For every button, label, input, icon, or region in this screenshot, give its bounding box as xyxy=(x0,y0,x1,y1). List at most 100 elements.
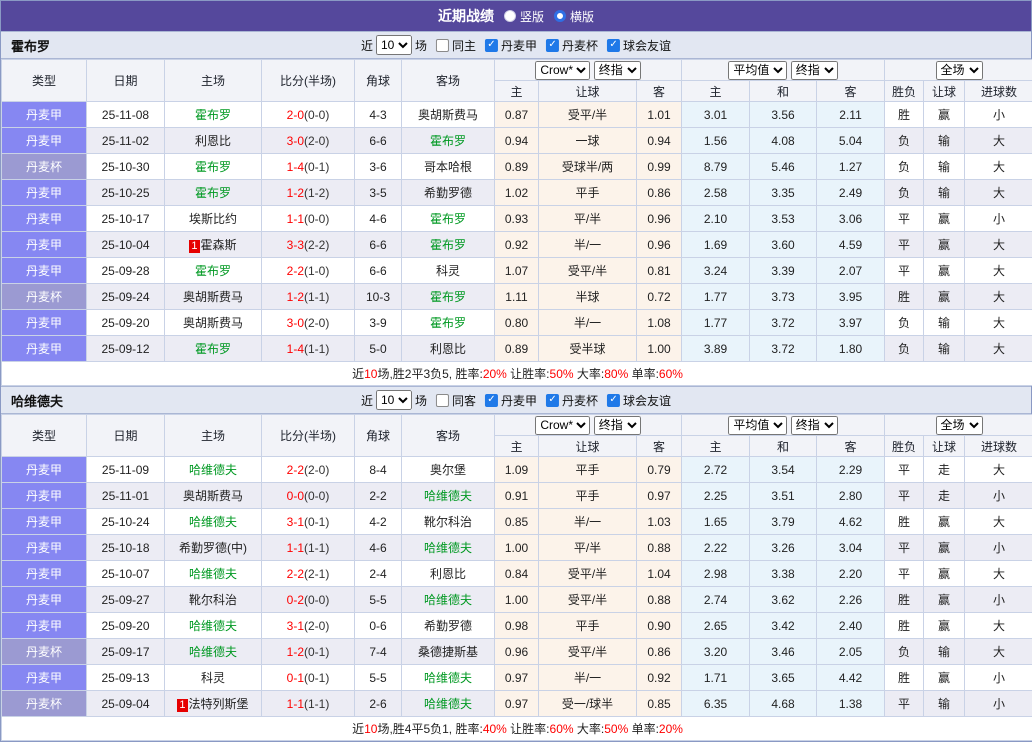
radio-horizontal-label[interactable]: 横版 xyxy=(570,8,594,25)
result-cell: 大 xyxy=(965,613,1032,639)
results-rows: 丹麦甲25-11-08霍布罗2-0(0-0)4-3奥胡斯费马0.87受平/半1.… xyxy=(2,102,1032,362)
filter-label[interactable]: 球会友谊 xyxy=(623,37,671,54)
score-cell: 0-1(0-1) xyxy=(262,665,355,691)
final-index-select-2[interactable]: 终指 xyxy=(791,61,838,80)
full-match-select[interactable]: 全场 xyxy=(936,416,983,435)
result-cell: 平 xyxy=(885,483,924,509)
filter-checkbox[interactable]: ✓ xyxy=(485,39,498,52)
date-cell: 25-09-12 xyxy=(87,336,165,362)
home-team-name: 哈维德夫 xyxy=(189,515,237,529)
full-match-select[interactable]: 全场 xyxy=(936,61,983,80)
corner-cell: 10-3 xyxy=(355,284,402,310)
league-cell: 丹麦甲 xyxy=(2,457,87,483)
radio-vertical[interactable]: 竖版 xyxy=(504,8,544,25)
result-cell: 赢 xyxy=(924,284,965,310)
average-odds-cell: 3.39 xyxy=(750,258,817,284)
league-cell: 丹麦甲 xyxy=(2,206,87,232)
date-cell: 25-11-09 xyxy=(87,457,165,483)
odds-cell: 1.03 xyxy=(637,509,682,535)
home-team-name: 哈维德夫 xyxy=(189,567,237,581)
col-home: 主场 xyxy=(165,60,262,102)
home-team-name: 霍森斯 xyxy=(201,238,237,252)
filter-checkbox[interactable] xyxy=(436,394,449,407)
away-team-name: 希勤罗德 xyxy=(424,186,472,200)
result-cell: 赢 xyxy=(924,587,965,613)
radio-horizontal-icon[interactable] xyxy=(554,10,566,22)
halftime-score: (2-0) xyxy=(304,463,329,477)
corner-cell: 0-6 xyxy=(355,613,402,639)
result-cell: 赢 xyxy=(924,509,965,535)
odds-cell: 受一/球半 xyxy=(539,691,637,717)
date-cell: 25-10-25 xyxy=(87,180,165,206)
corner-cell: 6-6 xyxy=(355,128,402,154)
result-cell: 大 xyxy=(965,509,1032,535)
fulltime-score: 3-3 xyxy=(287,238,304,252)
result-cell: 平 xyxy=(885,457,924,483)
filter-label[interactable]: 丹麦甲 xyxy=(501,392,537,409)
filter-label[interactable]: 丹麦杯 xyxy=(562,392,598,409)
filter-label[interactable]: 球会友谊 xyxy=(623,392,671,409)
home-team-cell: 哈维德夫 xyxy=(165,509,262,535)
filter-checkbox[interactable]: ✓ xyxy=(546,394,559,407)
odds-cell: 0.99 xyxy=(637,154,682,180)
odds-cell: 0.96 xyxy=(637,232,682,258)
filter-checkbox[interactable] xyxy=(436,39,449,52)
home-team-cell: 霍布罗 xyxy=(165,154,262,180)
average-odds-cell: 8.79 xyxy=(682,154,750,180)
filter-checkbox[interactable]: ✓ xyxy=(546,39,559,52)
result-cell: 赢 xyxy=(924,258,965,284)
filter-label[interactable]: 丹麦杯 xyxy=(562,37,598,54)
crow-select[interactable]: Crow* xyxy=(535,61,590,80)
radio-vertical-label[interactable]: 竖版 xyxy=(520,8,544,25)
league-cell: 丹麦甲 xyxy=(2,535,87,561)
average-odds-cell: 3.60 xyxy=(750,232,817,258)
away-team-name: 哥本哈根 xyxy=(424,160,472,174)
filter-label[interactable]: 同客 xyxy=(452,392,476,409)
crow-select[interactable]: Crow* xyxy=(535,416,590,435)
match-count-select[interactable]: 10 xyxy=(376,390,412,410)
result-cell: 输 xyxy=(924,154,965,180)
odds-cell: 1.00 xyxy=(495,535,539,561)
average-odds-cell: 3.54 xyxy=(750,457,817,483)
odds-cell: 1.00 xyxy=(637,336,682,362)
date-cell: 25-09-13 xyxy=(87,665,165,691)
match-count-select[interactable]: 10 xyxy=(376,35,412,55)
home-team-name: 法特列斯堡 xyxy=(189,697,249,711)
halftime-score: (0-0) xyxy=(304,212,329,226)
result-cell: 赢 xyxy=(924,561,965,587)
final-index-select[interactable]: 终指 xyxy=(594,61,641,80)
corner-cell: 8-4 xyxy=(355,457,402,483)
fulltime-score: 1-4 xyxy=(287,160,304,174)
filter-checkbox[interactable]: ✓ xyxy=(607,394,620,407)
filter-checkbox[interactable]: ✓ xyxy=(485,394,498,407)
filter-label[interactable]: 同主 xyxy=(452,37,476,54)
result-cell: 胜 xyxy=(885,284,924,310)
score-cell: 2-2(1-0) xyxy=(262,258,355,284)
fulltime-score: 1-1 xyxy=(287,212,304,226)
average-select[interactable]: 平均值 xyxy=(728,61,787,80)
summary-text: 让胜率: xyxy=(507,367,550,381)
final-index-select[interactable]: 终指 xyxy=(594,416,641,435)
col-type: 类型 xyxy=(2,415,87,457)
summary-text: 单率: xyxy=(628,722,659,736)
summary-row: 近10场,胜4平5负1, 胜率:40% 让胜率:60% 大率:50% 单率:20… xyxy=(2,717,1032,741)
filter-checkbox[interactable]: ✓ xyxy=(607,39,620,52)
sub-draw-avg: 和 xyxy=(750,436,817,457)
col-date: 日期 xyxy=(87,415,165,457)
filter-label[interactable]: 丹麦甲 xyxy=(501,37,537,54)
average-odds-cell: 3.20 xyxy=(682,639,750,665)
result-cell: 胜 xyxy=(885,613,924,639)
fulltime-score: 3-0 xyxy=(287,316,304,330)
average-select[interactable]: 平均值 xyxy=(728,416,787,435)
radio-vertical-icon[interactable] xyxy=(504,10,516,22)
halftime-score: (1-1) xyxy=(304,541,329,555)
halftime-score: (0-1) xyxy=(304,645,329,659)
away-team-name: 哈维德夫 xyxy=(424,671,472,685)
odds-cell: 0.92 xyxy=(637,665,682,691)
radio-horizontal[interactable]: 横版 xyxy=(554,8,594,25)
home-team-cell: 希勤罗德(中) xyxy=(165,535,262,561)
odds-cell: 1.09 xyxy=(495,457,539,483)
final-index-select-2[interactable]: 终指 xyxy=(791,416,838,435)
near-label: 近 xyxy=(361,392,373,409)
sub-home-avg: 主 xyxy=(682,436,750,457)
